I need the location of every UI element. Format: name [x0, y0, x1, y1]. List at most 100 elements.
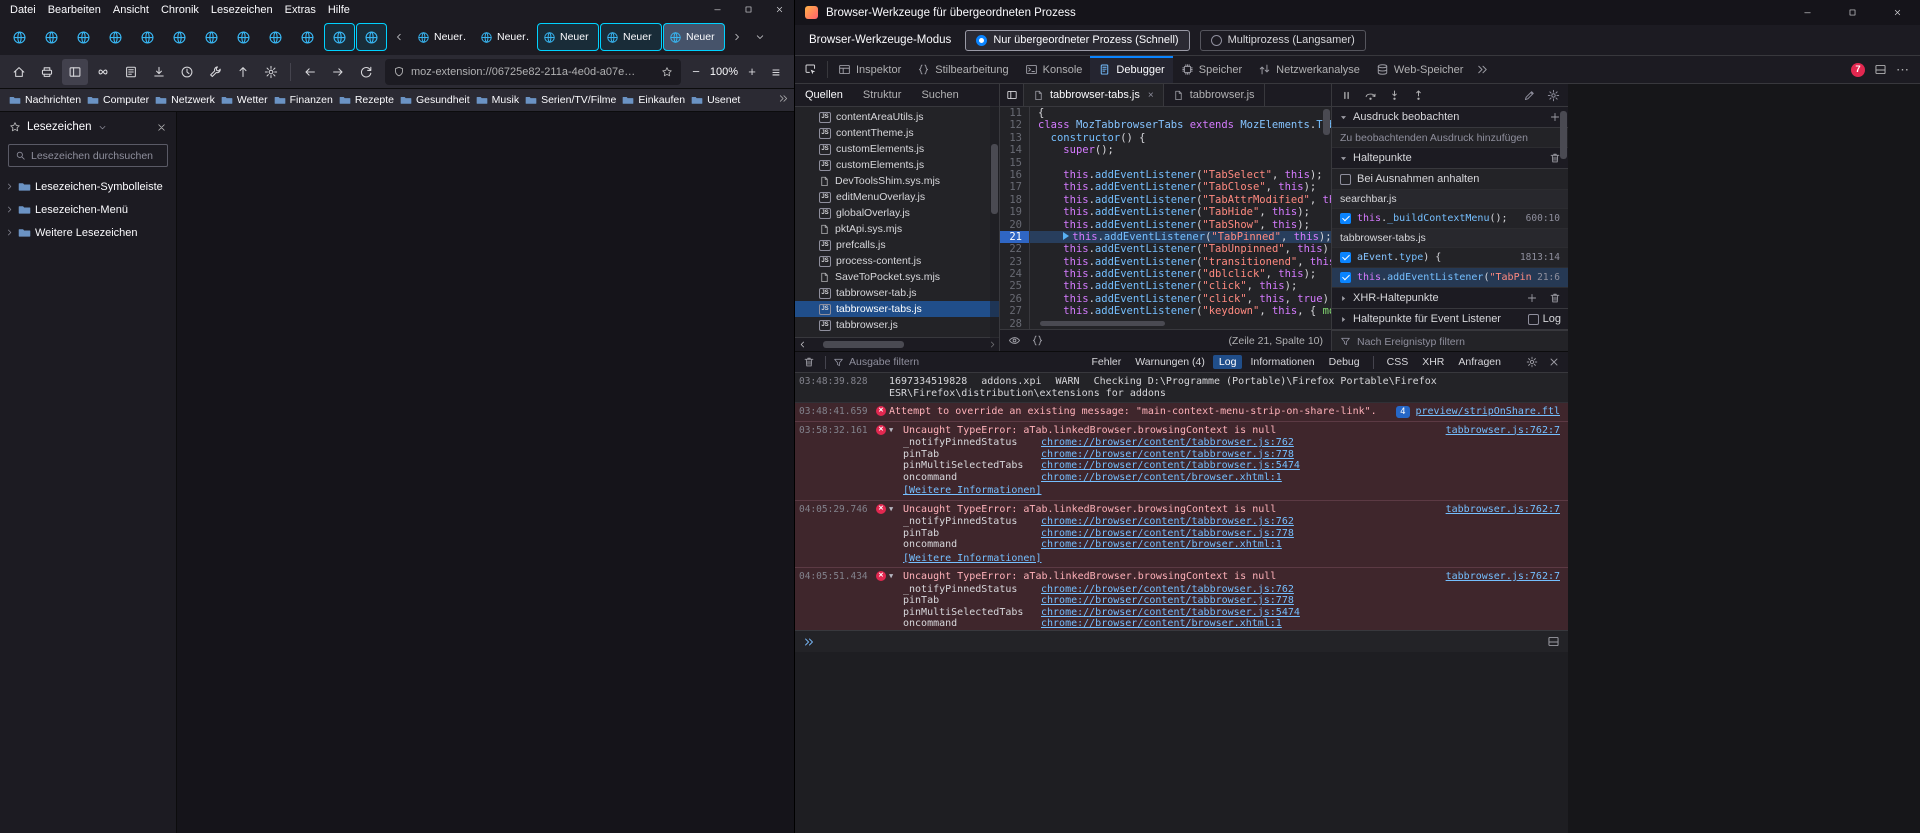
url-bar[interactable]: moz-extension://06725e82-211a-4e0d-a07e… — [385, 59, 681, 85]
line-number[interactable]: 13 — [1000, 132, 1030, 144]
sidebar-scrollbar[interactable] — [1559, 107, 1568, 237]
editor-tab[interactable]: tabbrowser-tabs.js× — [1024, 84, 1164, 106]
sidebars-button[interactable] — [62, 59, 88, 85]
expand-twisty-icon[interactable]: ▼ — [889, 425, 899, 436]
code-line[interactable]: 12class MozTabbrowserTabs extends MozEle… — [1000, 119, 1331, 131]
line-number[interactable]: 12 — [1000, 119, 1030, 131]
breakpoint-item[interactable]: aEvent.type) {1813:14 — [1332, 248, 1568, 268]
code-line[interactable]: 22 this.addEventListener("TabUnpinned", … — [1000, 243, 1331, 255]
resume-button[interactable] — [1340, 89, 1353, 102]
code-line[interactable]: 13 constructor() { — [1000, 132, 1331, 144]
bookmark-item[interactable]: Wetter — [218, 92, 271, 108]
checkbox-unchecked-icon[interactable] — [1340, 174, 1351, 185]
scrollbar-thumb[interactable] — [1040, 321, 1165, 326]
tool-tab-stilbearbeitung[interactable]: Stilbearbeitung — [909, 56, 1016, 83]
source-link[interactable]: tabbrowser.js:762:7 — [1446, 504, 1560, 516]
blackbox-source-icon[interactable] — [1008, 334, 1021, 347]
code-line[interactable]: 16 this.addEventListener("TabSelect", th… — [1000, 169, 1331, 181]
menu-bearbeiten[interactable]: Bearbeiten — [42, 4, 107, 16]
checkbox-unchecked-icon[interactable] — [1528, 314, 1539, 325]
browser-close-button[interactable] — [764, 0, 795, 19]
add-xhr-breakpoint-button[interactable] — [1526, 292, 1538, 304]
url-input[interactable]: moz-extension://06725e82-211a-4e0d-a07e… — [411, 66, 655, 78]
add-watch-expression-input[interactable]: Zu beobachtenden Ausdruck hinzufügen — [1332, 128, 1568, 148]
history-button[interactable] — [174, 59, 200, 85]
bookmark-item[interactable]: Gesundheit — [397, 92, 473, 108]
code-line[interactable]: 24 this.addEventListener("dblclick", thi… — [1000, 268, 1331, 280]
code-line[interactable]: 18 this.addEventListener("TabAttrModifie… — [1000, 194, 1331, 206]
source-file-item[interactable]: JSprefcalls.js — [795, 237, 999, 253]
tab-favicon[interactable] — [4, 23, 35, 51]
zoom-in-button[interactable]: + — [743, 64, 761, 79]
stack-frame-location[interactable]: chrome://browser/content/tabbrowser.js:5… — [1041, 460, 1434, 472]
code-line[interactable]: 25 this.addEventListener("click", this); — [1000, 280, 1331, 292]
menu-chronik[interactable]: Chronik — [155, 4, 205, 16]
source-file-item[interactable]: JStabbrowser-tabs.js — [795, 301, 999, 317]
step-out-button[interactable] — [1412, 89, 1425, 102]
error-count-badge[interactable]: 7 — [1851, 63, 1865, 77]
step-in-button[interactable] — [1388, 89, 1401, 102]
stack-frame-location[interactable]: chrome://browser/content/tabbrowser.js:7… — [1041, 584, 1434, 596]
event-filter-input[interactable]: Nach Ereignistyp filtern — [1332, 330, 1568, 352]
print-button[interactable] — [34, 59, 60, 85]
stack-frame-location[interactable]: chrome://browser/content/tabbrowser.js:5… — [1041, 607, 1434, 619]
reload-button[interactable] — [353, 59, 379, 85]
pause-on-exceptions[interactable]: Bei Ausnahmen anhalten — [1332, 169, 1568, 190]
step-over-button[interactable] — [1364, 89, 1377, 102]
tool-tab-web-speicher[interactable]: Web-Speicher — [1368, 56, 1472, 83]
tool-tab-speicher[interactable]: Speicher — [1173, 56, 1250, 83]
breakpoint-item[interactable]: this._buildContextMenu();600:10 — [1332, 209, 1568, 229]
line-number[interactable]: 20 — [1000, 219, 1030, 231]
reading-list-button[interactable] — [118, 59, 144, 85]
source-link[interactable]: preview/stripOnShare.ftl — [1416, 406, 1561, 418]
code-line[interactable]: 19 this.addEventListener("TabHide", this… — [1000, 206, 1331, 218]
bookmark-item[interactable]: Rezepte — [336, 92, 397, 108]
code-line[interactable]: 21 this.addEventListener("TabPinned", th… — [1000, 231, 1331, 243]
source-file-item[interactable]: JScontentAreaUtils.js — [795, 109, 999, 125]
code-line[interactable]: 27 this.addEventListener("keydown", this… — [1000, 305, 1331, 317]
sources-tab-quellen[interactable]: Quellen — [795, 84, 853, 106]
line-number[interactable]: 17 — [1000, 181, 1030, 193]
line-number[interactable]: 19 — [1000, 206, 1030, 218]
filter-fehler[interactable]: Fehler — [1085, 355, 1127, 369]
filter-log[interactable]: Log — [1213, 355, 1243, 369]
sidebar-switcher-icon[interactable] — [98, 123, 107, 132]
mode-option-2[interactable]: Multiprozess (Langsamer) — [1200, 30, 1366, 51]
xhr-breakpoints-header[interactable]: XHR-Haltepunkte — [1332, 288, 1568, 309]
menu-extras[interactable]: Extras — [279, 4, 322, 16]
stack-frame-location[interactable]: chrome://browser/content/tabbrowser.js:7… — [1041, 437, 1434, 449]
debugger-settings-button[interactable] — [1547, 89, 1560, 102]
tab-favicon[interactable] — [132, 23, 163, 51]
sidebar-folder-item[interactable]: Weitere Lesezeichen — [0, 221, 176, 244]
tab[interactable]: Neuer — [600, 23, 662, 51]
menu-datei[interactable]: Datei — [4, 4, 42, 16]
tab-favicon[interactable] — [36, 23, 67, 51]
toolbox-minimize-button[interactable] — [1785, 0, 1830, 25]
source-file-item[interactable]: pktApi.sys.mjs — [795, 221, 999, 237]
breakpoints-header[interactable]: Haltepunkte — [1332, 148, 1568, 169]
line-number[interactable]: 24 — [1000, 268, 1030, 280]
tab-favicon[interactable] — [228, 23, 259, 51]
checkbox-checked-icon[interactable] — [1340, 272, 1351, 283]
line-number[interactable]: 21 — [1000, 231, 1030, 243]
source-link[interactable]: tabbrowser.js:762:7 — [1446, 425, 1560, 437]
list-all-tabs-button[interactable] — [749, 24, 771, 50]
tab-favicon[interactable] — [164, 23, 195, 51]
code-line[interactable]: 26 this.addEventListener("click", this, … — [1000, 293, 1331, 305]
menu-lesezeichen[interactable]: Lesezeichen — [205, 4, 279, 16]
source-link[interactable]: tabbrowser.js:762:7 — [1446, 571, 1560, 583]
toolbox-close-button[interactable] — [1875, 0, 1920, 25]
watch-expressions-header[interactable]: Ausdruck beobachten — [1332, 107, 1568, 128]
bookmark-item[interactable]: Einkaufen — [619, 92, 688, 108]
code-line[interactable]: 17 this.addEventListener("TabClose", thi… — [1000, 181, 1331, 193]
expand-twisty-icon[interactable]: ▼ — [889, 504, 899, 515]
scrollbar-thumb[interactable] — [823, 341, 904, 348]
sources-horizontal-scrollbar[interactable] — [795, 337, 999, 351]
downloads-button[interactable] — [146, 59, 172, 85]
source-file-item[interactable]: JScustomElements.js — [795, 157, 999, 173]
send-tab-button[interactable] — [230, 59, 256, 85]
source-editor[interactable]: 11{12class MozTabbrowserTabs extends Moz… — [1000, 107, 1331, 329]
filter-css[interactable]: CSS — [1381, 355, 1415, 369]
filter-debug[interactable]: Debug — [1323, 355, 1366, 369]
scroll-left-button[interactable] — [795, 340, 809, 349]
